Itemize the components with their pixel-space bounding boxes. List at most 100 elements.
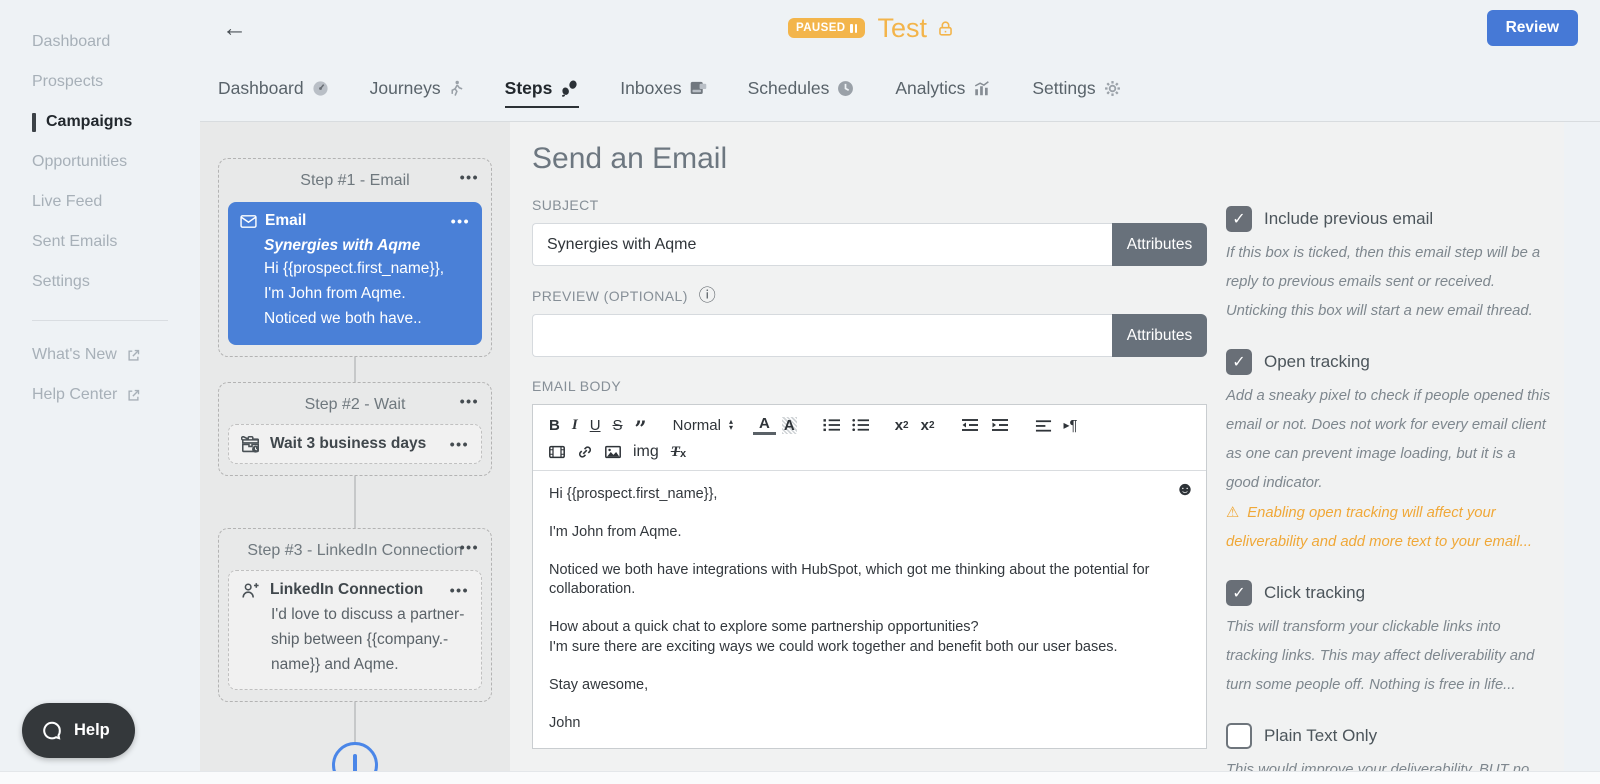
subject-input[interactable] [532,223,1112,266]
updown-caret-icon: ▴ ▾ [728,417,733,432]
sidebar-item-opportunities[interactable]: Opportunities [0,142,200,182]
warning-icon: ⚠ [1226,505,1240,521]
rich-text-editor: B I U S ” Normal ▴ ▾ A A x 2 x 2 ▸ ¶ img… [532,404,1207,749]
linkedin-message-line: I'd love to discuss a partner- [271,606,465,623]
step-connector [354,702,356,742]
step-2-wait-card[interactable]: Wait 3 business days [228,424,482,464]
image-button[interactable] [599,443,627,461]
sidebar-item-campaigns[interactable]: Campaigns [0,102,200,142]
bold-button[interactable]: B [543,415,566,436]
review-button[interactable]: Review [1486,10,1578,46]
sequence-steps-panel: Step #1 - Email Email Synergies with Aqm… [200,122,510,784]
tab-settings[interactable]: Settings [1032,56,1120,121]
step-3-linkedin-card[interactable]: LinkedIn Connection I'd love to discuss … [228,570,482,690]
video-button[interactable] [543,443,571,461]
status-badge-label: PAUSED [796,22,846,34]
more-options-icon[interactable] [450,582,469,598]
help-label: Help [74,721,110,739]
more-options-icon[interactable] [460,169,479,185]
help-button[interactable]: Help [22,703,135,758]
info-icon[interactable]: ⓘ [699,287,716,304]
more-options-icon[interactable] [451,213,470,229]
email-body-label: EMAIL BODY [532,378,622,394]
envelope-icon [240,214,257,229]
sidebar-link-whats-new[interactable]: What's New [0,335,200,375]
preview-attributes-button[interactable]: Attributes [1112,314,1207,357]
gear-icon [1104,80,1121,97]
email-preview-line: Noticed we both have.. [264,310,422,327]
tab-journeys[interactable]: Journeys [370,56,464,121]
tab-inboxes[interactable]: Inboxes [620,56,706,121]
tab-steps[interactable]: Steps [504,56,580,121]
paragraph-format-select[interactable]: Normal ▴ ▾ [667,417,739,434]
email-body-textarea[interactable]: ☻ Hi {{prospect.first_name}}, I'm John f… [533,471,1206,748]
emoji-picker-icon[interactable]: ☻ [1175,480,1195,499]
sidebar-link-help-center[interactable]: Help Center [0,375,200,415]
align-button[interactable] [1029,416,1058,434]
clear-format-button[interactable]: Tx [665,442,692,463]
sidebar-item-settings[interactable]: Settings [0,262,200,302]
blockquote-button[interactable]: ” [629,414,653,439]
step-3-header: Step #3 - LinkedIn Connection [228,535,482,567]
ordered-list-button[interactable] [817,416,846,434]
sidebar-item-live-feed[interactable]: Live Feed [0,182,200,222]
img-button[interactable]: img [627,441,665,463]
step-title: Step #1 - Email [300,172,410,189]
campaign-topbar: ← PAUSED Test Review [200,0,1600,56]
option-description: Add a sneaky pixel to check if people op… [1226,388,1551,491]
highlight-color-button[interactable]: A [776,415,803,436]
tab-dashboard[interactable]: Dashboard [218,56,329,121]
link-button[interactable] [571,443,599,461]
body-paragraph: I'm sure there are exciting ways we coul… [549,639,1118,655]
italic-button[interactable]: I [566,415,584,436]
back-arrow-icon[interactable]: ← [216,15,253,41]
strikethrough-button[interactable]: S [607,415,629,436]
tab-label: Analytics [895,78,966,98]
option-description: This will transform your clickable links… [1226,619,1535,693]
open-tracking-checkbox[interactable]: ✓ [1226,349,1252,375]
status-badge: PAUSED [788,18,866,38]
text-color-button[interactable]: A [753,415,776,435]
sidebar-item-dashboard[interactable]: Dashboard [0,22,200,62]
lock-icon [936,19,955,38]
click-tracking-checkbox[interactable]: ✓ [1226,580,1252,606]
step-1-header: Step #1 - Email [228,165,482,197]
pause-icon [850,23,858,33]
linkedin-message-line: ship between {{company.- [271,631,449,648]
step-type-label: Email [265,212,307,229]
link-label: What's New [32,346,117,363]
clock-icon [837,80,854,97]
campaign-title: Test [877,12,928,43]
person-add-icon [241,582,260,599]
underline-button[interactable]: U [584,415,607,436]
option-label: Include previous email [1264,209,1434,228]
body-paragraph: How about a quick chat to explore some p… [549,619,979,635]
include-previous-email-checkbox[interactable]: ✓ [1226,206,1252,232]
sidebar-item-label: Sent Emails [32,233,118,250]
tab-schedules[interactable]: Schedules [748,56,855,121]
subscript-button[interactable]: x2 [889,415,915,436]
preview-input[interactable] [532,314,1112,357]
email-preview-line: I'm John from Aqme. [264,285,406,302]
more-options-icon[interactable] [450,436,469,452]
body-paragraph: Stay awesome, [549,677,649,693]
more-options-icon[interactable] [460,393,479,409]
step-1-email-card[interactable]: Email Synergies with Aqme Hi {{prospect.… [228,202,482,345]
chart-icon [973,80,991,97]
format-value: Normal [672,416,721,434]
subject-attributes-button[interactable]: Attributes [1112,223,1207,266]
email-options-panel: ✓ Include previous email If this box is … [1212,122,1564,784]
text-direction-button[interactable]: ▸ ¶ [1058,415,1084,436]
bullet-list-button[interactable] [846,416,875,434]
sidebar-item-sent-emails[interactable]: Sent Emails [0,222,200,262]
superscript-button[interactable]: x2 [915,415,941,436]
outdent-button[interactable] [955,416,985,434]
step-2-group: Step #2 - Wait Wait 3 business days [218,382,492,476]
tab-analytics[interactable]: Analytics [895,56,991,121]
email-subject-preview: Synergies with Aqme [264,237,421,254]
option-include-previous-email: ✓ Include previous email If this box is … [1226,206,1552,326]
sidebar-item-prospects[interactable]: Prospects [0,62,200,102]
more-options-icon[interactable] [460,539,479,555]
plain-text-only-checkbox[interactable]: ✓ [1226,723,1252,749]
indent-button[interactable] [985,416,1015,434]
